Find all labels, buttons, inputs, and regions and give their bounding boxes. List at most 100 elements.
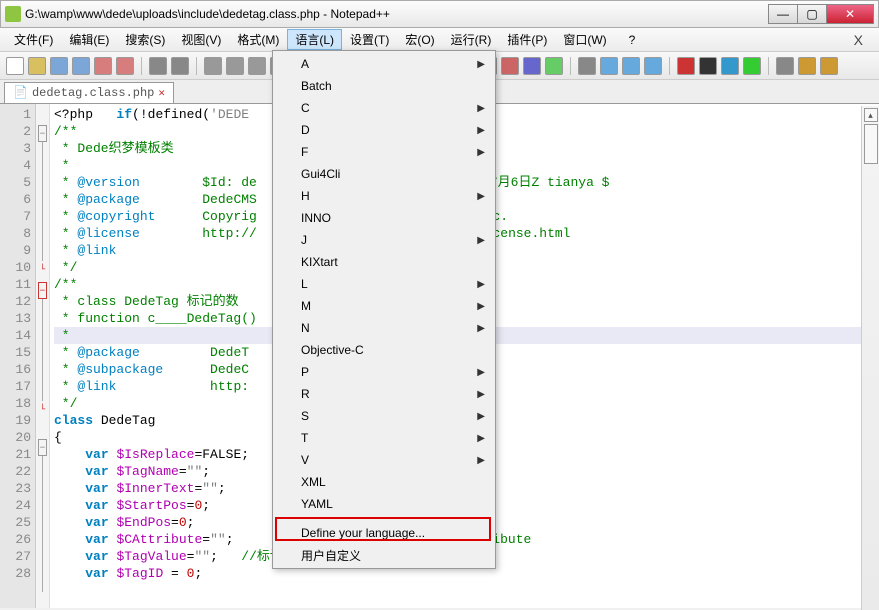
language-menu-item[interactable]: INNO [275,207,493,229]
vertical-scrollbar[interactable]: ▴ [861,106,879,610]
fold-marker[interactable] [36,350,49,367]
menu-宏[interactable]: 宏(O) [397,29,442,50]
toolbar-button-5[interactable] [116,57,134,75]
file-tab[interactable]: 📄 dedetag.class.php ✕ [4,82,174,103]
fold-marker[interactable]: └ [36,401,49,418]
toolbar-button-22[interactable] [545,57,563,75]
document-close-button[interactable]: X [844,32,873,48]
toolbar-button-4[interactable] [94,57,112,75]
language-menu-item[interactable]: Objective-C [275,339,493,361]
toolbar-button-27[interactable] [677,57,695,75]
close-button[interactable]: ✕ [826,4,874,24]
language-menu-item[interactable]: L▶ [275,273,493,295]
fold-marker[interactable] [36,316,49,333]
fold-column[interactable]: − └ − └ − [36,104,50,608]
toolbar-button-33[interactable] [820,57,838,75]
menu-运行[interactable]: 运行(R) [443,29,500,50]
fold-marker[interactable] [36,507,49,524]
fold-marker[interactable] [36,299,49,316]
scroll-up-button[interactable]: ▴ [864,108,878,122]
language-menu-item[interactable]: P▶ [275,361,493,383]
language-menu-item[interactable]: T▶ [275,427,493,449]
scroll-thumb[interactable] [864,124,878,164]
toolbar-button-30[interactable] [743,57,761,75]
fold-marker[interactable] [36,333,49,350]
language-menu-item[interactable]: R▶ [275,383,493,405]
menu-插件[interactable]: 插件(P) [499,29,555,50]
menu-格式[interactable]: 格式(M) [229,29,287,50]
fold-marker[interactable] [36,575,49,592]
fold-marker[interactable] [36,159,49,176]
menu-搜索[interactable]: 搜索(S) [117,29,173,50]
tab-close-icon[interactable]: ✕ [158,86,165,100]
toolbar-button-25[interactable] [622,57,640,75]
fold-marker[interactable] [36,367,49,384]
toolbar-button-8[interactable] [204,57,222,75]
fold-marker[interactable] [36,142,49,159]
menu-文件[interactable]: 文件(F) [6,29,61,50]
fold-marker[interactable] [36,176,49,193]
language-menu-item[interactable]: A▶ [275,53,493,75]
fold-marker[interactable]: └ [36,261,49,278]
fold-marker[interactable] [36,418,49,435]
maximize-button[interactable]: ▢ [797,4,827,24]
toolbar-button-1[interactable] [28,57,46,75]
menu-help[interactable]: ? [621,31,644,49]
language-menu-item[interactable]: N▶ [275,317,493,339]
menu-语言[interactable]: 语言(L) [287,29,342,50]
toolbar-button-3[interactable] [72,57,90,75]
language-menu-item[interactable]: F▶ [275,141,493,163]
toolbar-button-32[interactable] [798,57,816,75]
fold-marker[interactable] [36,193,49,210]
fold-marker[interactable]: − [36,439,49,456]
fold-marker[interactable] [36,244,49,261]
language-menu-item[interactable]: YAML [275,493,493,515]
menu-窗口[interactable]: 窗口(W) [555,29,614,50]
fold-marker[interactable] [36,490,49,507]
toolbar-button-28[interactable] [699,57,717,75]
fold-marker[interactable] [36,104,49,121]
fold-marker[interactable] [36,524,49,541]
toolbar-button-24[interactable] [600,57,618,75]
language-menu-item[interactable]: M▶ [275,295,493,317]
toolbar-button-21[interactable] [523,57,541,75]
menu-视图[interactable]: 视图(V) [173,29,229,50]
minimize-button[interactable]: — [768,4,798,24]
toolbar-button-7[interactable] [171,57,189,75]
toolbar-button-20[interactable] [501,57,519,75]
language-menu-item[interactable]: S▶ [275,405,493,427]
language-menu-item[interactable]: H▶ [275,185,493,207]
fold-marker[interactable] [36,384,49,401]
language-menu-item[interactable]: Gui4Cli [275,163,493,185]
language-menu-item[interactable]: XML [275,471,493,493]
fold-marker[interactable] [36,227,49,244]
toolbar-button-23[interactable] [578,57,596,75]
fold-marker[interactable]: − [36,282,49,299]
fold-marker[interactable] [36,541,49,558]
language-menu-item[interactable]: V▶ [275,449,493,471]
toolbar-button-6[interactable] [149,57,167,75]
toolbar-button-10[interactable] [248,57,266,75]
fold-marker[interactable] [36,456,49,473]
toolbar-button-29[interactable] [721,57,739,75]
toolbar-button-2[interactable] [50,57,68,75]
language-menu-item[interactable]: C▶ [275,97,493,119]
submenu-arrow-icon: ▶ [477,103,485,114]
line-number: 20 [0,429,31,446]
fold-marker[interactable] [36,473,49,490]
language-menu-item[interactable]: KIXtart [275,251,493,273]
fold-marker[interactable] [36,558,49,575]
fold-marker[interactable]: − [36,125,49,142]
menu-设置[interactable]: 设置(T) [342,29,397,50]
menu-编辑[interactable]: 编辑(E) [61,29,117,50]
language-menu-item[interactable]: Batch [275,75,493,97]
toolbar-button-9[interactable] [226,57,244,75]
toolbar-button-31[interactable] [776,57,794,75]
toolbar-button-0[interactable] [6,57,24,75]
language-menu-item[interactable]: Define your language... [275,522,493,544]
toolbar-button-26[interactable] [644,57,662,75]
fold-marker[interactable] [36,210,49,227]
language-menu-item[interactable]: 用户自定义 [275,544,493,566]
language-menu-item[interactable]: J▶ [275,229,493,251]
language-menu-item[interactable]: D▶ [275,119,493,141]
